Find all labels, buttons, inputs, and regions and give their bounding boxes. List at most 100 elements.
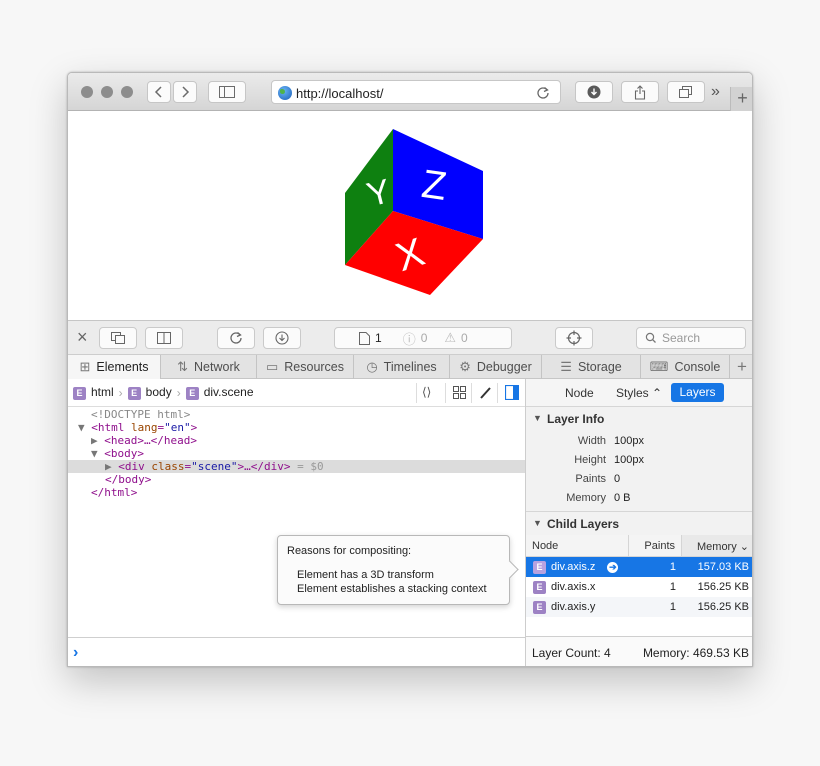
tab-console[interactable]: ⌨ Console bbox=[641, 355, 730, 379]
globe-icon bbox=[278, 86, 292, 100]
table-row[interactable]: Ediv.axis.x 1 156.25 KB bbox=[526, 577, 752, 597]
disclosure-open-icon[interactable]: ▼ bbox=[78, 421, 91, 434]
address-bar[interactable]: http://localhost/ bbox=[271, 80, 561, 104]
minimize-window-button[interactable] bbox=[101, 86, 113, 98]
dom-node-html[interactable]: ▼ <html lang="en"> bbox=[68, 421, 525, 434]
activity-viewer[interactable]: 1 ⓘ 0 ⚠ 0 bbox=[334, 327, 512, 349]
dom-node-head[interactable]: ▶ <head>…</head> bbox=[68, 434, 525, 447]
storage-icon: ☰ bbox=[560, 359, 572, 374]
layout-grid-icon[interactable] bbox=[453, 386, 466, 399]
source-toggle-icon[interactable]: ⟨⟩ bbox=[422, 385, 431, 399]
inspect-element-button[interactable] bbox=[555, 327, 593, 349]
breadcrumb-item-html[interactable]: Ehtml bbox=[73, 385, 114, 400]
title-bar: http://localhost/ » + bbox=[68, 73, 752, 111]
download-icon bbox=[275, 331, 289, 345]
tab-timelines[interactable]: ◷ Timelines bbox=[354, 355, 450, 379]
tab-storage[interactable]: ☰ Storage bbox=[542, 355, 641, 379]
resource-count: 1 bbox=[375, 331, 382, 345]
downloads-button[interactable] bbox=[575, 81, 613, 103]
browser-window: http://localhost/ » + Y Z X × 1 ⓘ 0 ⚠ 0 … bbox=[67, 72, 753, 667]
element-badge-icon: E bbox=[533, 600, 546, 614]
share-button[interactable] bbox=[621, 81, 659, 103]
divider bbox=[445, 383, 446, 403]
breadcrumb-separator: › bbox=[118, 385, 123, 400]
dom-node-html-close[interactable]: </html> bbox=[68, 486, 525, 499]
reload-icon[interactable] bbox=[536, 86, 550, 100]
dom-node-div-scene[interactable]: ▶ <div class="scene">…</div> = $0 bbox=[68, 460, 525, 473]
share-icon bbox=[634, 84, 646, 100]
close-window-button[interactable] bbox=[81, 86, 93, 98]
new-tab-button[interactable]: + bbox=[730, 87, 752, 111]
error-count: 0 bbox=[420, 331, 428, 345]
search-icon bbox=[645, 332, 656, 343]
sidebar-tab-node[interactable]: Node bbox=[565, 386, 594, 400]
tab-debugger[interactable]: ⚙ Debugger bbox=[450, 355, 542, 379]
tabs-overview-button[interactable] bbox=[667, 81, 705, 103]
reload-icon bbox=[230, 332, 242, 344]
compositing-reason: Element establishes a stacking context bbox=[297, 583, 487, 595]
element-badge-icon: E bbox=[533, 560, 546, 574]
element-badge-icon: E bbox=[533, 580, 546, 594]
url-text: http://localhost/ bbox=[296, 86, 384, 101]
sidebar-toggle-button[interactable] bbox=[208, 81, 246, 103]
reload-page-button[interactable] bbox=[217, 327, 255, 349]
disclosure-open-icon: ▼ bbox=[533, 413, 542, 423]
layers-footer: Layer Count: 4 Memory: 469.53 KB bbox=[526, 636, 752, 666]
breadcrumb: Ehtml › Ebody › Ediv.scene ⟨⟩ bbox=[68, 379, 525, 407]
page-content: Y Z X bbox=[68, 111, 752, 321]
download-archive-button[interactable] bbox=[263, 327, 301, 349]
table-row[interactable]: Ediv.axis.z ➔ 1 157.03 KB bbox=[526, 557, 752, 577]
tab-elements[interactable]: ⊞ Elements bbox=[68, 355, 161, 379]
zoom-window-button[interactable] bbox=[121, 86, 133, 98]
breadcrumb-item-body[interactable]: Ebody bbox=[127, 385, 172, 400]
back-button[interactable] bbox=[147, 81, 171, 103]
chevron-right-icon bbox=[182, 86, 190, 98]
document-icon bbox=[359, 331, 370, 345]
column-paints[interactable]: Paints bbox=[629, 535, 682, 556]
paint-brush-icon[interactable] bbox=[479, 386, 492, 399]
dom-node-doctype[interactable]: <!DOCTYPE html> bbox=[68, 408, 525, 421]
column-node[interactable]: Node bbox=[526, 535, 629, 556]
details-sidebar-icon[interactable] bbox=[505, 385, 519, 400]
reveal-arrow-icon[interactable]: ➔ bbox=[607, 561, 619, 573]
disclosure-closed-icon[interactable]: ▶ bbox=[105, 460, 118, 473]
compositing-reason: Element has a 3D transform bbox=[297, 569, 434, 581]
table-row[interactable]: Ediv.axis.y 1 156.25 KB bbox=[526, 597, 752, 617]
layer-info-header[interactable]: ▼ Layer Info bbox=[526, 407, 752, 431]
tab-resources[interactable]: ▭ Resources bbox=[257, 355, 354, 379]
prompt-chevron-icon: › bbox=[73, 644, 79, 661]
layer-count: Layer Count: 4 bbox=[532, 645, 611, 660]
console-prompt[interactable]: › bbox=[68, 637, 525, 666]
network-icon: ⇅ bbox=[177, 359, 189, 374]
sidebar-tab-styles[interactable]: Styles ⌃ bbox=[616, 386, 662, 400]
tabs-icon bbox=[679, 86, 692, 98]
breadcrumb-item-div-scene[interactable]: Ediv.scene bbox=[185, 385, 254, 400]
debugger-icon: ⚙ bbox=[459, 359, 471, 374]
disclosure-open-icon[interactable]: ▼ bbox=[91, 447, 104, 460]
more-toolbar-items-button[interactable]: » bbox=[711, 83, 720, 101]
column-memory[interactable]: Memory ⌄ bbox=[682, 535, 752, 556]
warning-icon: ⚠ bbox=[444, 330, 457, 345]
close-devtools-button[interactable]: × bbox=[77, 327, 88, 347]
add-tab-button[interactable]: + bbox=[730, 355, 752, 379]
disclosure-closed-icon[interactable]: ▶ bbox=[91, 434, 104, 447]
sidebar-tab-layers[interactable]: Layers bbox=[671, 383, 724, 402]
dom-node-body-close[interactable]: </body> bbox=[68, 473, 525, 486]
undock-button[interactable] bbox=[99, 327, 137, 349]
dom-node-body[interactable]: ▼ <body> bbox=[68, 447, 525, 460]
table-header: Node Paints Memory ⌄ bbox=[526, 535, 752, 557]
undock-icon bbox=[111, 332, 125, 344]
child-layers-header[interactable]: ▼ Child Layers bbox=[526, 511, 752, 535]
divider bbox=[497, 383, 498, 403]
popover-title: Reasons for compositing: bbox=[287, 545, 412, 557]
breadcrumb-separator: › bbox=[176, 385, 181, 400]
table-filler bbox=[526, 619, 752, 636]
forward-button[interactable] bbox=[173, 81, 197, 103]
dock-side-button[interactable] bbox=[145, 327, 183, 349]
details-sidebar: Node Styles ⌃ Layers ▼ Layer Info Width 1… bbox=[525, 379, 752, 666]
sidebar-icon bbox=[219, 86, 235, 98]
child-layers-table: Node Paints Memory ⌄ Ediv.axis.z ➔ 1 157.… bbox=[526, 535, 752, 619]
search-field[interactable]: Search bbox=[636, 327, 746, 349]
tab-network[interactable]: ⇅ Network bbox=[161, 355, 257, 379]
element-badge-icon: E bbox=[127, 387, 141, 400]
